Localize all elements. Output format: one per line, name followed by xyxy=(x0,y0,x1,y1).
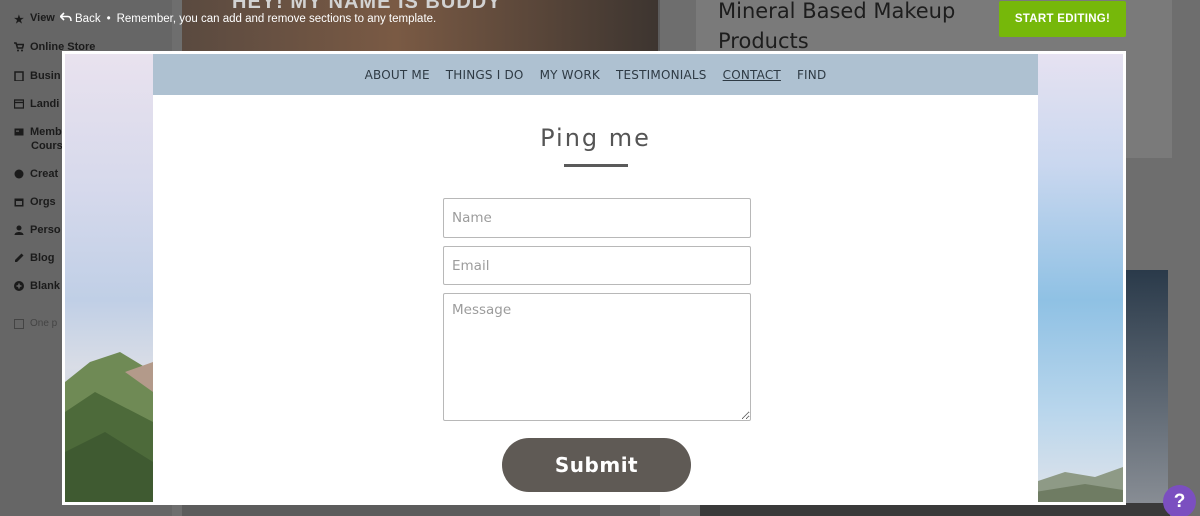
checkbox-icon xyxy=(14,318,24,329)
help-button[interactable]: ? xyxy=(1163,485,1196,516)
sidebar-item-courses: Cours xyxy=(31,140,63,152)
dog-template-caption: HEY! MY NAME IS BUDDY xyxy=(232,0,502,13)
sidebar-item-membership[interactable]: Memb xyxy=(14,126,62,138)
card-icon xyxy=(14,127,24,137)
message-field[interactable] xyxy=(443,293,751,421)
left-hillside-image xyxy=(65,352,153,502)
window-icon xyxy=(13,99,25,109)
nav-my-work[interactable]: MY WORK xyxy=(540,68,600,82)
template-page: ABOUT ME THINGS I DO MY WORK TESTIMONIAL… xyxy=(153,54,1038,502)
sidebar-item-creative[interactable]: Creat xyxy=(14,168,58,180)
sidebar-item-business[interactable]: Busin xyxy=(14,70,61,82)
nav-testimonials[interactable]: TESTIMONIALS xyxy=(616,68,707,82)
sidebar-item-personal[interactable]: Perso xyxy=(14,224,61,236)
pen-icon xyxy=(14,253,24,263)
topbar-hint: Remember, you can add and remove section… xyxy=(116,12,437,25)
start-editing-button[interactable]: START EDITING! xyxy=(999,1,1126,37)
nav-find[interactable]: FIND xyxy=(797,68,826,82)
nav-about-me[interactable]: ABOUT ME xyxy=(365,68,430,82)
left-sky-background xyxy=(65,54,153,502)
submit-button[interactable]: Submit xyxy=(502,438,691,492)
back-button[interactable]: Back xyxy=(59,12,101,25)
template-thumbnail-image xyxy=(1120,270,1168,510)
question-mark-icon: ? xyxy=(1173,490,1186,512)
contact-heading: Ping me xyxy=(540,124,651,152)
template-preview-modal: ABOUT ME THINGS I DO MY WORK TESTIMONIAL… xyxy=(62,51,1126,505)
sidebar-item-blog[interactable]: Blog xyxy=(14,252,54,264)
user-icon xyxy=(14,225,24,235)
plus-circle-icon xyxy=(14,281,24,291)
star-icon: ★ xyxy=(14,14,24,26)
cart-icon xyxy=(14,42,25,52)
clipboard-icon xyxy=(14,71,24,82)
nav-contact[interactable]: CONTACT xyxy=(723,68,781,82)
template-nav: ABOUT ME THINGS I DO MY WORK TESTIMONIAL… xyxy=(153,54,1038,95)
sidebar-item-one-page[interactable]: One p xyxy=(14,318,57,329)
name-field[interactable] xyxy=(443,198,751,238)
topbar-separator: • xyxy=(106,12,111,25)
right-hillside-image xyxy=(1035,467,1123,502)
preview-topbar: Back • Remember, you can add and remove … xyxy=(59,12,437,25)
email-field[interactable] xyxy=(443,246,751,285)
back-arrow-icon xyxy=(59,12,72,25)
sidebar-item-orgs[interactable]: Orgs xyxy=(14,196,56,208)
sidebar-item-blank[interactable]: Blank xyxy=(14,280,60,292)
sidebar-item-landing[interactable]: Landi xyxy=(13,98,59,110)
makeup-template-title: Mineral Based Makeup Products xyxy=(718,0,956,53)
right-sky-background xyxy=(1035,54,1123,502)
nav-things-i-do[interactable]: THINGS I DO xyxy=(446,68,524,82)
palette-icon xyxy=(14,169,24,179)
heading-divider xyxy=(563,164,628,167)
calendar-icon xyxy=(14,197,24,207)
sidebar-item-view[interactable]: ★ View xyxy=(14,12,55,26)
